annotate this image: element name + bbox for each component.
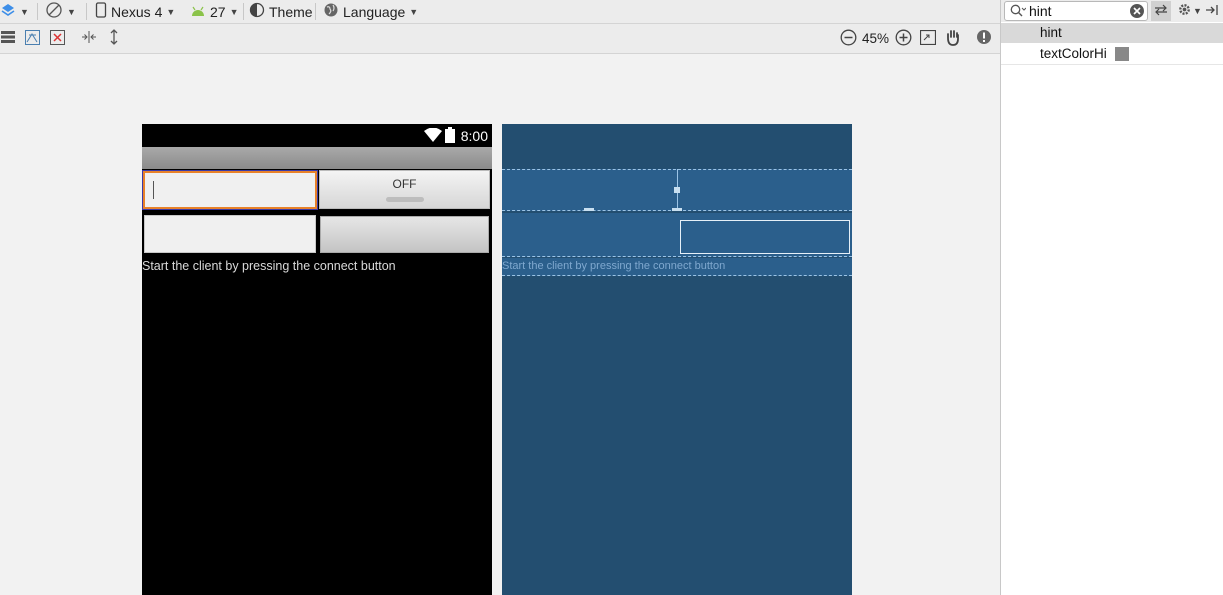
device-label: Nexus 4 — [111, 3, 163, 20]
globe-icon — [323, 2, 339, 21]
rotate-icon — [45, 1, 63, 22]
design-toolbar: ▼ ▼ Nexus 4 ▼ 27 ▼ Theme Language ▼ — [0, 0, 1000, 24]
clear-search-icon[interactable] — [1130, 4, 1144, 21]
connect-toggle-button[interactable]: OFF — [319, 170, 490, 209]
host-edit-text[interactable] — [142, 170, 318, 210]
api-level-selector[interactable]: 27 ▼ — [190, 0, 239, 23]
text-cursor — [153, 181, 154, 199]
battery-icon — [445, 127, 455, 146]
zoom-in-button[interactable] — [895, 24, 912, 53]
wifi-icon — [424, 127, 442, 145]
gear-icon — [1177, 2, 1192, 20]
settings-button[interactable]: ▼ — [1177, 2, 1202, 20]
device-preview[interactable]: 8:00 OFF Start the client by pressing th… — [142, 124, 492, 595]
blueprint-preview[interactable]: Start the client by pressing the connect… — [502, 124, 852, 595]
zoom-out-button[interactable] — [840, 24, 857, 53]
attribute-row-hint[interactable]: hint — [1001, 23, 1223, 43]
swap-icon — [1154, 4, 1168, 19]
list-icon — [1, 30, 15, 47]
api-level-label: 27 — [210, 3, 226, 20]
blueprint-icon — [25, 29, 40, 48]
expand-horizontal-icon — [81, 30, 97, 47]
zoom-in-icon — [895, 29, 912, 49]
attribute-label: textColorHi — [1040, 46, 1107, 61]
pan-horizontal-button[interactable] — [81, 24, 97, 53]
zoom-out-icon — [840, 29, 857, 49]
chevron-down-icon: ▼ — [229, 6, 239, 17]
toolbar-divider — [243, 3, 244, 20]
chevron-down-icon: ▼ — [20, 6, 29, 17]
blueprint-status-message: Start the client by pressing the connect… — [502, 260, 726, 272]
chevron-down-icon: ▼ — [166, 6, 176, 17]
chevron-down-icon: ▼ — [409, 6, 419, 17]
chevron-down-icon: ▼ — [1193, 6, 1202, 16]
android-icon — [190, 4, 206, 20]
pan-vertical-button[interactable] — [108, 24, 120, 53]
attribute-row-text-color-hint[interactable]: textColorHi — [1001, 44, 1223, 65]
attributes-panel: ▼ hint textColorHi — [1001, 0, 1223, 595]
layers-icon — [0, 2, 16, 21]
zoom-level: 45% — [862, 31, 890, 46]
collapse-right-icon — [1205, 5, 1219, 20]
message-edit-text[interactable] — [144, 215, 316, 253]
device-selector[interactable]: Nexus 4 ▼ — [95, 0, 175, 23]
theme-selector[interactable]: Theme — [249, 0, 313, 23]
color-swatch[interactable] — [1115, 47, 1129, 61]
send-button[interactable] — [320, 216, 489, 253]
blueprint-send-button[interactable] — [680, 220, 850, 254]
chevron-down-icon: ▼ — [67, 6, 76, 17]
theme-icon — [249, 2, 265, 21]
show-constraints-button[interactable] — [50, 24, 65, 53]
attributes-header: ▼ — [1001, 0, 1223, 22]
toolbar-divider — [37, 3, 38, 20]
search-input[interactable] — [1029, 3, 1129, 19]
blueprint-view-button[interactable] — [25, 24, 40, 53]
toolbar-divider — [86, 3, 87, 20]
baseline-handle[interactable] — [672, 208, 682, 211]
toggle-indicator — [386, 197, 424, 202]
hide-panel-button[interactable] — [1205, 3, 1219, 20]
toggle-label: OFF — [392, 177, 417, 191]
attribute-label: hint — [1040, 25, 1062, 40]
resize-handle[interactable] — [674, 187, 680, 193]
toolbar-divider — [315, 3, 316, 20]
search-icon — [1010, 4, 1027, 21]
hand-icon — [945, 29, 961, 49]
action-bar — [142, 147, 492, 169]
language-label: Language — [343, 3, 406, 20]
orientation-button[interactable]: ▼ — [45, 0, 76, 23]
expand-vertical-icon — [108, 29, 120, 48]
design-surface-button[interactable]: ▼ — [0, 0, 29, 23]
status-message: Start the client by pressing the connect… — [142, 259, 396, 273]
warning-icon — [976, 29, 992, 48]
warnings-button[interactable] — [976, 24, 992, 53]
language-selector[interactable]: Language ▼ — [323, 0, 418, 23]
phone-icon — [95, 2, 107, 21]
constraints-icon — [50, 29, 65, 48]
pan-button[interactable] — [945, 24, 961, 53]
theme-label: Theme — [269, 3, 313, 20]
status-clock: 8:00 — [460, 128, 488, 144]
toggle-view-button[interactable] — [1151, 1, 1171, 21]
layout-toolbar: 45% — [0, 24, 1000, 54]
attribute-search[interactable] — [1004, 1, 1148, 21]
baseline-handle[interactable] — [584, 208, 594, 211]
status-bar: 8:00 — [142, 124, 492, 147]
fit-screen-icon — [919, 29, 937, 48]
zoom-to-fit-button[interactable] — [919, 24, 937, 53]
design-view-button[interactable] — [1, 24, 15, 53]
